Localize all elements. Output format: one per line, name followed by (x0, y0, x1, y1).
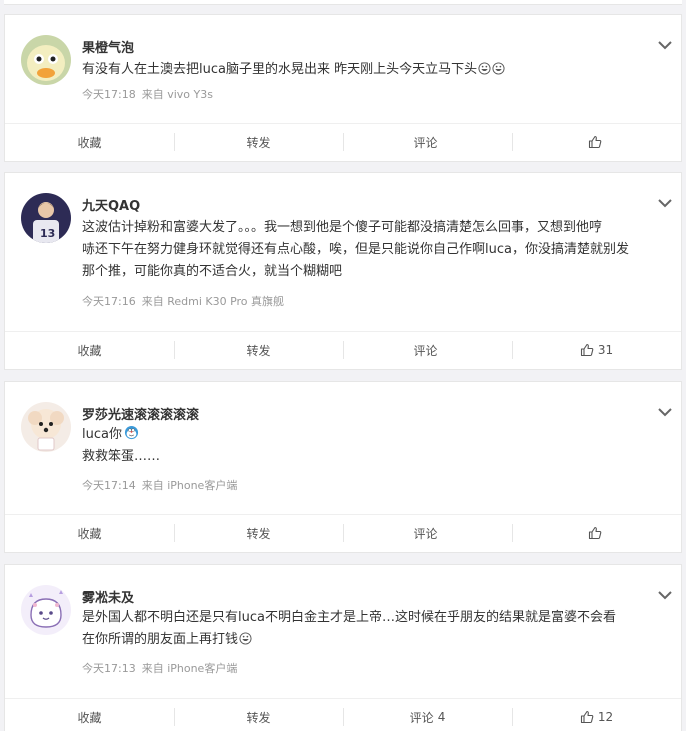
username[interactable]: 罗莎光速滚滚滚滚滚 (82, 404, 199, 423)
post-time[interactable]: 今天17:16 (82, 295, 136, 308)
action-bar: 收藏 转发 评论 (5, 123, 681, 160)
puppy-avatar-image (21, 402, 71, 452)
avatar[interactable]: 13 (21, 193, 71, 243)
chevron-down-icon[interactable] (657, 404, 673, 420)
post-line: 这波估计掉粉和富婆大发了。。。我一想到他是个傻子可能都没搞清楚怎么回事，又想到他… (82, 220, 603, 235)
repost-label: 转发 (246, 135, 271, 150)
like-count: 31 (597, 343, 614, 357)
post-source: 来自 Redmi K30 Pro 真旗舰 (141, 295, 285, 308)
collect-button[interactable]: 收藏 (5, 699, 174, 731)
post-line: 那个推，可能你真的不适合火，就当个糊糊吧 (82, 264, 343, 279)
post-line: 救救笨蛋…… (82, 449, 161, 464)
thumbs-up-icon (588, 135, 601, 149)
post-time[interactable]: 今天17:13 (82, 662, 136, 675)
username[interactable]: 雾凇未及 (82, 587, 134, 606)
player-avatar-image: 13 (21, 193, 71, 243)
avatar[interactable] (21, 585, 71, 635)
thumbs-up-icon (580, 710, 594, 724)
post-meta: 今天17:14 来自 iPhone客户端 (82, 477, 237, 493)
collect-label: 收藏 (77, 710, 102, 725)
collect-button[interactable]: 收藏 (5, 124, 174, 160)
repost-button[interactable]: 转发 (174, 515, 343, 551)
like-button[interactable] (512, 515, 681, 551)
grin-emoji-icon (239, 632, 252, 645)
doraemon-emoji-icon (124, 425, 139, 440)
like-button[interactable]: 31 (512, 332, 681, 368)
chevron-down-icon[interactable] (657, 195, 673, 211)
comment-button[interactable]: 评论 (343, 124, 512, 160)
action-bar: 收藏 转发 评论 31 (5, 331, 681, 368)
comment-label: 评论 (413, 135, 438, 150)
username[interactable]: 九天QAQ (82, 195, 140, 214)
post-card: 罗莎光速滚滚滚滚滚 luca你 救救笨蛋…… 今天17:14 来自 iPhone客… (4, 381, 682, 553)
post-line: 在你所谓的朋友面上再打钱 (82, 632, 239, 647)
repost-label: 转发 (246, 710, 271, 725)
collect-label: 收藏 (77, 343, 102, 358)
comment-label: 评论 (409, 710, 434, 725)
post-meta: 今天17:16 来自 Redmi K30 Pro 真旗舰 (82, 293, 284, 309)
chevron-down-icon[interactable] (657, 587, 673, 603)
grin-emoji-icon (492, 62, 505, 75)
thumbs-up-icon (580, 343, 594, 357)
repost-button[interactable]: 转发 (174, 124, 343, 160)
collect-button[interactable]: 收藏 (5, 332, 174, 368)
comment-button[interactable]: 评论 (343, 332, 512, 368)
post-line: 哧还下午在努力健身环就觉得还有点心酸，唉，但是只能说你自己作啊luca，你没搞清… (82, 242, 629, 257)
repost-button[interactable]: 转发 (174, 699, 343, 731)
post-text: 是外国人都不明白还是只有luca不明白金主才是上帝…这时候在乎朋友的结果就是富婆… (82, 607, 662, 651)
svg-text:13: 13 (40, 227, 55, 240)
post-source: 来自 iPhone客户端 (141, 662, 238, 675)
repost-button[interactable]: 转发 (174, 332, 343, 368)
comment-label: 评论 (413, 343, 438, 358)
comment-label: 评论 (413, 526, 438, 541)
post-source: 来自 iPhone客户端 (141, 479, 238, 492)
duck-avatar-image (21, 35, 71, 85)
post-time[interactable]: 今天17:14 (82, 479, 136, 492)
post-card: 果橙气泡 有没有人在土澳去把luca脑子里的水晃出来 昨天刚上头今天立马下头 今… (4, 14, 682, 162)
post-time[interactable]: 今天17:18 (82, 88, 136, 101)
like-button[interactable]: 12 (512, 699, 681, 731)
post-meta: 今天17:18 来自 vivo Y3s (82, 86, 213, 102)
thumbs-up-icon (588, 526, 601, 540)
post-text: 这波估计掉粉和富婆大发了。。。我一想到他是个傻子可能都没搞清楚怎么回事，又想到他… (82, 217, 662, 283)
collect-label: 收藏 (77, 526, 102, 541)
post-line: 有没有人在土澳去把luca脑子里的水晃出来 昨天刚上头今天立马下头 (82, 62, 478, 77)
collect-button[interactable]: 收藏 (5, 515, 174, 551)
post-meta: 今天17:13 来自 iPhone客户端 (82, 660, 237, 676)
post-card: 13 九天QAQ 这波估计掉粉和富婆大发了。。。我一想到他是个傻子可能都没搞清楚… (4, 172, 682, 370)
weibo-feed: 果橙气泡 有没有人在土澳去把luca脑子里的水晃出来 昨天刚上头今天立马下头 今… (0, 0, 686, 731)
username[interactable]: 果橙气泡 (82, 37, 134, 56)
doodle-avatar-image (21, 585, 71, 635)
comment-button[interactable]: 评论 (343, 515, 512, 551)
post-line: 是外国人都不明白还是只有luca不明白金主才是上帝…这时候在乎朋友的结果就是富婆… (82, 610, 616, 625)
comment-button[interactable]: 评论 4 (343, 699, 512, 731)
like-count: 12 (597, 710, 614, 724)
action-bar: 收藏 转发 评论 4 12 (5, 698, 681, 731)
post-card: 雾凇未及 是外国人都不明白还是只有luca不明白金主才是上帝…这时候在乎朋友的结… (4, 564, 682, 731)
chevron-down-icon[interactable] (657, 37, 673, 53)
post-source: 来自 vivo Y3s (141, 88, 213, 101)
grin-emoji-icon (478, 62, 491, 75)
action-bar: 收藏 转发 评论 (5, 514, 681, 551)
repost-label: 转发 (246, 343, 271, 358)
post-text: luca你 救救笨蛋…… (82, 424, 662, 468)
post-text: 有没有人在土澳去把luca脑子里的水晃出来 昨天刚上头今天立马下头 (82, 59, 662, 81)
post-line: luca你 (82, 427, 122, 442)
avatar[interactable] (21, 35, 71, 85)
comment-count: 4 (437, 710, 446, 724)
avatar[interactable] (21, 402, 71, 452)
like-button[interactable] (512, 124, 681, 160)
previous-card-edge (4, 0, 682, 5)
repost-label: 转发 (246, 526, 271, 541)
collect-label: 收藏 (77, 135, 102, 150)
